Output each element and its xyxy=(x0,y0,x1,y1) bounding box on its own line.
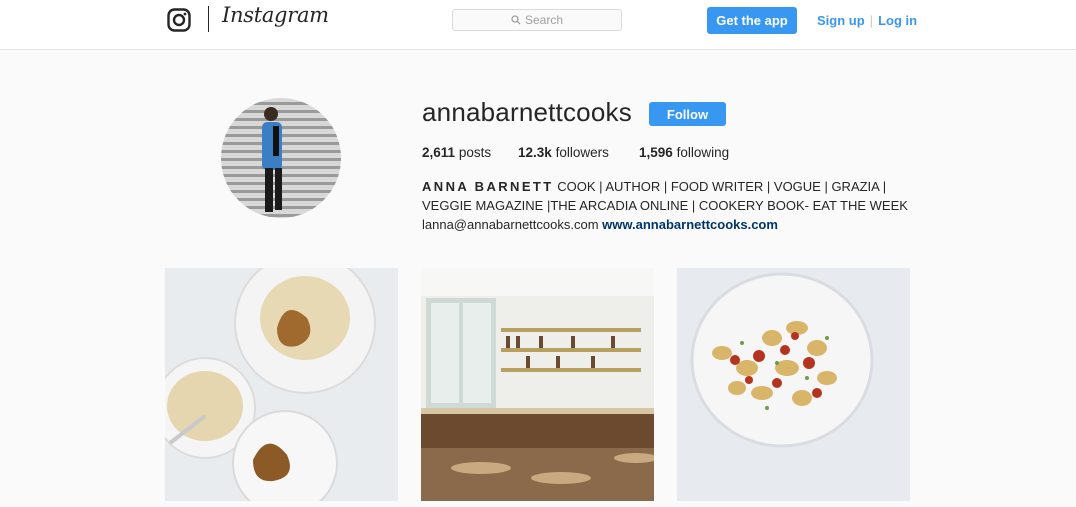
get-the-app-button[interactable]: Get the app xyxy=(707,7,797,34)
bio-line-1-rest: COOK | AUTHOR | FOOD WRITER | VOGUE | GR… xyxy=(553,179,887,194)
posts-label: posts xyxy=(458,145,492,160)
search-input[interactable]: Search xyxy=(452,9,622,31)
post-thumbnail-1[interactable] xyxy=(165,268,398,501)
auth-links: Sign up | Log in xyxy=(817,13,917,28)
post-thumbnail-3[interactable] xyxy=(677,268,910,501)
post-image-gnocchi xyxy=(677,268,910,501)
top-navigation: Instagram Search Get the app Sign up | Log… xyxy=(0,0,1076,50)
nav-divider xyxy=(208,6,209,32)
following-count: 1,596 xyxy=(639,145,673,160)
auth-separator: | xyxy=(869,13,874,28)
posts-stat: 2,611 posts xyxy=(422,145,491,160)
sign-up-link[interactable]: Sign up xyxy=(817,13,865,28)
bio-line-3: lanna@annabarnettcooks.com www.annabarne… xyxy=(422,215,912,234)
profile-bio: ANNA BARNETT COOK | AUTHOR | FOOD WRITER… xyxy=(422,177,912,234)
followers-label: followers xyxy=(555,145,609,160)
search-placeholder: Search xyxy=(524,13,564,27)
bio-email: lanna@annabarnettcooks.com xyxy=(422,217,599,232)
following-stat[interactable]: 1,596 following xyxy=(639,145,729,160)
bio-line-1: ANNA BARNETT COOK | AUTHOR | FOOD WRITER… xyxy=(422,177,912,196)
search-icon xyxy=(511,15,521,25)
posts-count: 2,611 xyxy=(422,145,456,160)
followers-stat[interactable]: 12.3k followers xyxy=(518,145,609,160)
follow-button[interactable]: Follow xyxy=(649,102,726,126)
following-label: following xyxy=(676,145,730,160)
bio-line-2: VEGGIE MAGAZINE |THE ARCADIA ONLINE | CO… xyxy=(422,198,908,213)
followers-count: 12.3k xyxy=(518,145,552,160)
log-in-link[interactable]: Log in xyxy=(878,13,917,28)
instagram-wordmark[interactable]: Instagram xyxy=(222,3,329,27)
post-thumbnail-2[interactable] xyxy=(421,268,654,501)
instagram-glyph-icon[interactable] xyxy=(167,8,191,32)
bio-name: ANNA BARNETT xyxy=(422,179,554,194)
post-image-rice-pudding xyxy=(165,268,398,501)
bio-website-link[interactable]: www.annabarnettcooks.com xyxy=(602,217,778,232)
profile-avatar xyxy=(221,98,341,218)
post-image-bar-interior xyxy=(421,268,654,501)
profile-username: annabarnettcooks xyxy=(422,97,632,127)
